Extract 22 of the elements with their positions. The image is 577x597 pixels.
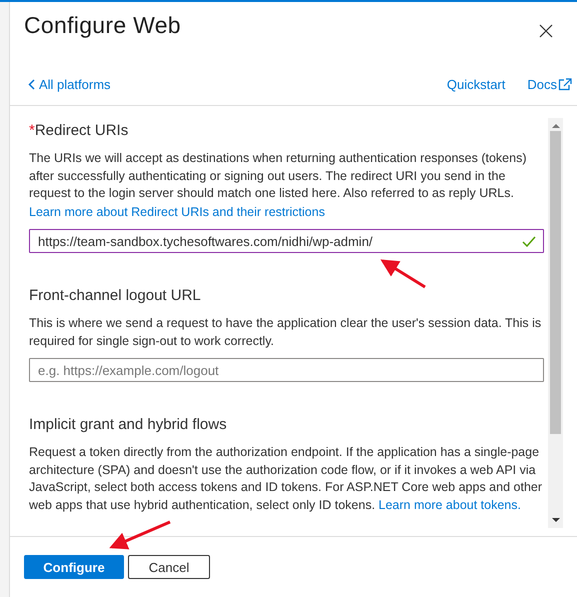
- url-field[interactable]: https://team-sandbox.tychesoftwares.com/nidhi/wp-admin/: [29, 229, 544, 253]
- section-heading: Implicit grant and hybrid flows: [29, 416, 228, 433]
- learn-more-link[interactable]: Learn more about tokens.: [378, 498, 521, 512]
- cancel-button[interactable]: Cancel: [128, 555, 210, 579]
- arrow-drawing: [380, 259, 426, 288]
- section-heading: *Redirect URIs: [29, 122, 130, 139]
- scroll-up-icon[interactable]: [552, 124, 560, 128]
- section-heading: Front-channel logout URL: [29, 287, 202, 304]
- docs-link[interactable]: Docs: [527, 77, 572, 92]
- configure-button[interactable]: Configure: [24, 555, 124, 579]
- arrow-drawing: [109, 520, 171, 550]
- scrollbar[interactable]: [548, 118, 563, 528]
- section-description: This is where we send a request to have the application clear the user's session data. This is required for single sign-out to work correctly.: [29, 315, 542, 350]
- chevron-left-icon: [28, 79, 35, 90]
- scroll-down-icon[interactable]: [552, 518, 560, 522]
- quickstart-link[interactable]: Quickstart: [446, 77, 506, 92]
- url-field[interactable]: e.g. https://example.com/logout: [29, 358, 544, 382]
- learn-more-link[interactable]: Learn more about Redirect URIs and their restrictions: [29, 204, 325, 221]
- back-link[interactable]: All platforms: [28, 77, 111, 92]
- section-description: Request a token directly from the authorization endpoint. If the application has a single-page architecture (SPA) and doesn't use the authorization code flow, or if it invokes a web API via JavaScript, select both access tokens and ID tokens. For ASP.NET Core web apps and other web apps that use hybrid authentication, select only ID tokens. Learn more about tokens.: [29, 444, 544, 514]
- section-description: The URIs we will accept as destinations when returning authentication responses (tokens) after successfully authenticating or signing out users. The redirect URI you send in the request to the login server should match one listed here. Also referred to as reply URLs.: [29, 150, 528, 202]
- dialog-title: Configure Web: [24, 12, 181, 39]
